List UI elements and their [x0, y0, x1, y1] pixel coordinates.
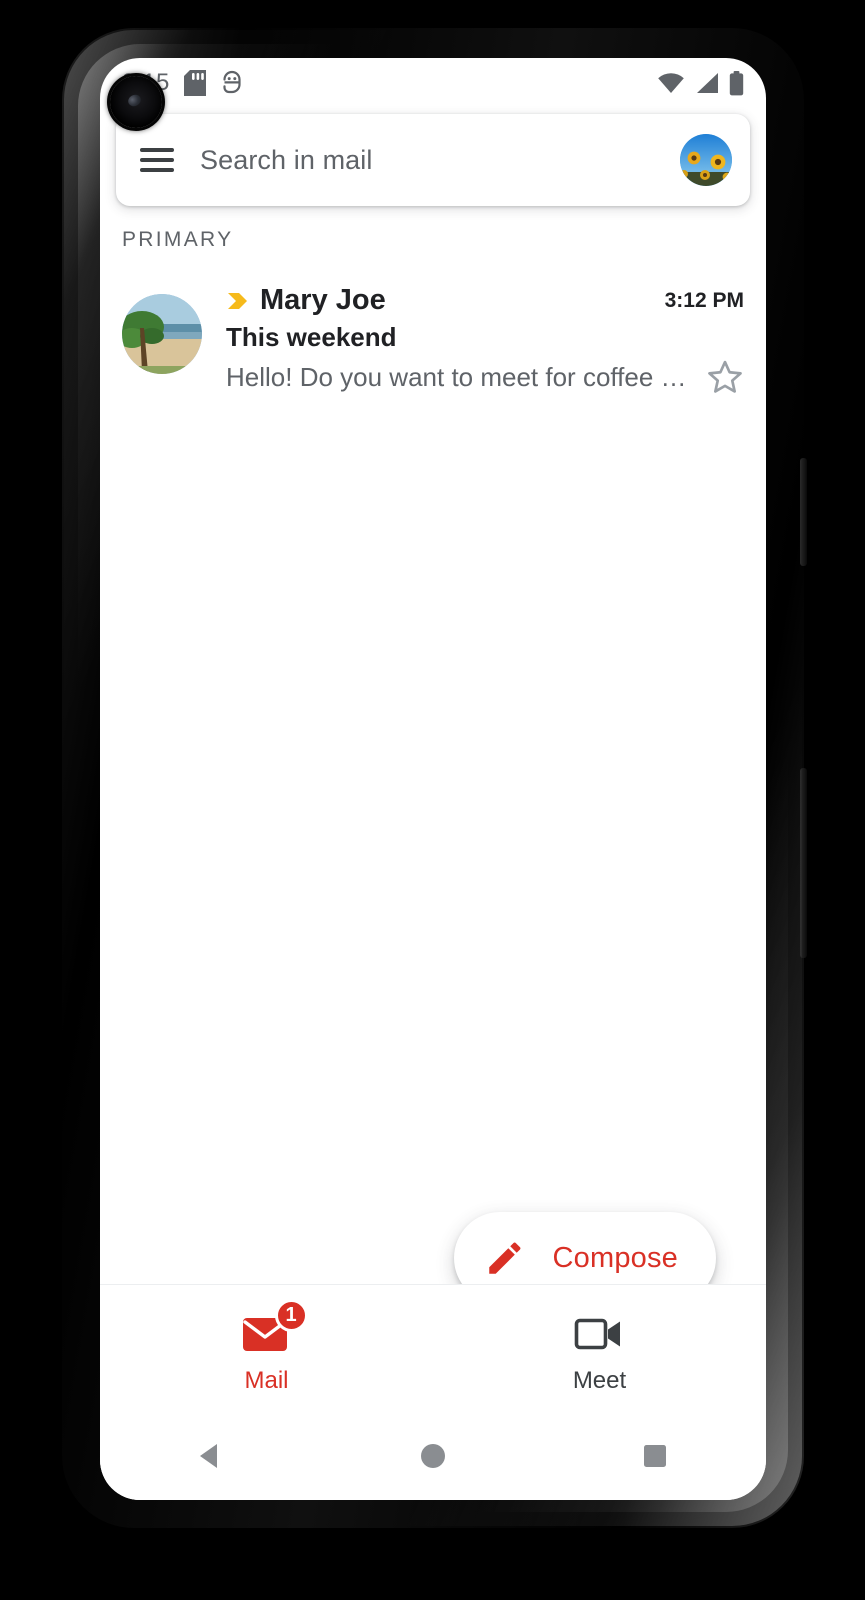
- nav-label-meet: Meet: [572, 1366, 627, 1394]
- nav-recents-button[interactable]: [544, 1442, 766, 1470]
- sd-card-icon: [183, 70, 206, 96]
- wifi-icon: [658, 73, 684, 93]
- cellular-signal-icon: [697, 73, 718, 93]
- phone-screen: 3:15: [100, 58, 766, 1500]
- home-circle-icon: [421, 1444, 445, 1468]
- search-input[interactable]: Search in mail: [200, 145, 680, 176]
- mail-snippet-line: Hello! Do you want to meet for coffee th…: [226, 358, 744, 396]
- power-button[interactable]: [800, 458, 807, 566]
- importance-chevron-icon[interactable]: [226, 288, 252, 314]
- battery-icon: [729, 70, 744, 95]
- mail-subject: This weekend: [226, 322, 397, 352]
- meet-icon-wrapper: [574, 1309, 626, 1359]
- mail-timestamp: 3:12 PM: [664, 288, 744, 312]
- status-bar-right: [657, 70, 744, 96]
- mail-sender-name: Mary Joe: [260, 284, 386, 316]
- search-bar[interactable]: Search in mail: [116, 114, 750, 206]
- recents-square-icon: [644, 1445, 666, 1467]
- android-system-nav: [100, 1412, 766, 1500]
- mail-thread-row[interactable]: Mary Joe 3:12 PM This weekend Hello! Do …: [100, 278, 766, 412]
- android-debug-icon: [222, 70, 241, 94]
- account-avatar[interactable]: [680, 134, 732, 186]
- nav-label-mail: Mail: [244, 1366, 289, 1394]
- compose-label: Compose: [552, 1241, 678, 1274]
- mail-thread-list: PRIMARY Mary Joe 3:12 PM This weekend He…: [100, 206, 766, 412]
- nav-home-button[interactable]: [322, 1441, 544, 1471]
- section-label-primary: PRIMARY: [122, 228, 234, 251]
- mail-snippet: Hello! Do you want to meet for coffee th…: [226, 361, 692, 392]
- volume-button[interactable]: [800, 768, 807, 958]
- star-outline-icon[interactable]: [706, 358, 744, 396]
- mail-thread-content: Mary Joe 3:12 PM This weekend Hello! Do …: [226, 284, 744, 396]
- front-camera-punch-hole: [110, 76, 162, 128]
- back-triangle-icon: [200, 1444, 217, 1468]
- video-camera-icon: [574, 1318, 620, 1349]
- mail-icon-wrapper: 1: [242, 1298, 308, 1359]
- mail-sender-line: Mary Joe 3:12 PM: [226, 284, 744, 317]
- status-bar: 3:15: [100, 58, 766, 108]
- nav-item-mail[interactable]: 1 Mail: [100, 1285, 433, 1412]
- bottom-navigation-bar: 1 Mail Meet: [100, 1284, 766, 1412]
- sender-avatar[interactable]: [122, 294, 202, 374]
- hamburger-menu-icon[interactable]: [140, 142, 174, 178]
- nav-item-meet[interactable]: Meet: [433, 1285, 766, 1412]
- pencil-edit-icon: [489, 1242, 521, 1274]
- nav-back-button[interactable]: [100, 1440, 322, 1472]
- mail-unread-badge: 1: [274, 1298, 308, 1332]
